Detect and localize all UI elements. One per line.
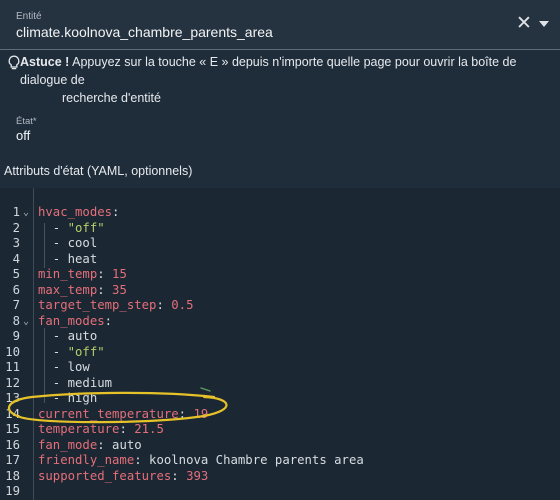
code-line[interactable]: 8 ⌄ fan_modes: xyxy=(0,314,560,329)
code-line[interactable]: 18 supported_features: 393 xyxy=(0,469,560,484)
code-line[interactable]: 13 - high xyxy=(0,391,560,406)
entity-field-underline xyxy=(0,49,560,50)
code-line[interactable]: 1 ⌄ hvac_modes: xyxy=(0,205,560,220)
code-text: supported_features: 393 xyxy=(38,468,209,483)
line-number: 6 xyxy=(12,282,20,297)
code-text: min_temp: 15 xyxy=(38,267,127,281)
code-text: - cool xyxy=(38,236,98,250)
code-line[interactable]: 4 - heat xyxy=(0,252,560,267)
line-number: 5 xyxy=(12,267,20,281)
code-line[interactable]: 2 - "off" xyxy=(0,221,560,236)
code-line[interactable]: 5 min_temp: 15 xyxy=(0,267,560,282)
code-text: temperature: 21.5 xyxy=(38,422,164,436)
line-number: 1 xyxy=(12,205,20,219)
code-text: target_temp_step: 0.5 xyxy=(38,298,194,312)
code-line[interactable]: 14 current_temperature: 19 xyxy=(0,407,560,422)
line-number: 14 xyxy=(5,406,20,421)
code-line[interactable]: 11 - low xyxy=(0,360,560,375)
code-text: - auto xyxy=(38,329,98,343)
line-number: 15 xyxy=(5,422,20,436)
tip-text-line1: Appuyez sur la touche « E » depuis n'imp… xyxy=(20,55,517,87)
code-text: - "off" xyxy=(38,344,105,359)
code-text: - "off" xyxy=(38,220,105,235)
code-line[interactable]: 12 - medium xyxy=(0,376,560,391)
state-field-value[interactable]: off xyxy=(16,128,30,143)
code-line[interactable]: 16 fan_mode: auto xyxy=(0,438,560,453)
state-field-label: État* xyxy=(16,116,37,127)
code-text: - heat xyxy=(38,251,98,266)
code-text: current_temperature: 19 xyxy=(38,406,209,421)
code-text: friendly_name: koolnova Chambre parents … xyxy=(38,453,364,467)
close-icon[interactable]: ✕ xyxy=(514,14,534,34)
attributes-heading: Attributs d'état (YAML, optionnels) xyxy=(4,164,193,178)
code-text: fan_mode: auto xyxy=(38,437,142,452)
tip-title: Astuce ! xyxy=(20,55,70,69)
chevron-down-icon[interactable] xyxy=(536,16,552,32)
line-number: 10 xyxy=(5,344,20,359)
line-number: 13 xyxy=(5,391,20,405)
line-number: 4 xyxy=(12,251,20,266)
line-number: 9 xyxy=(12,329,20,343)
code-text: max_temp: 35 xyxy=(38,282,127,297)
code-line[interactable]: 17 friendly_name: koolnova Chambre parent… xyxy=(0,453,560,468)
code-line[interactable]: 19 xyxy=(0,484,560,499)
code-line[interactable]: 6 max_temp: 35 xyxy=(0,283,560,298)
code-line[interactable]: 7 target_temp_step: 0.5 xyxy=(0,298,560,313)
code-line[interactable]: 10 - "off" xyxy=(0,345,560,360)
line-number: 12 xyxy=(5,375,20,390)
code-line[interactable]: 3 - cool xyxy=(0,236,560,251)
fold-chevron-icon[interactable]: ⌄ xyxy=(23,205,29,220)
lightbulb-icon xyxy=(8,55,20,70)
code-text: - medium xyxy=(38,375,113,390)
code-text: hvac_modes: xyxy=(38,205,120,219)
line-number: 18 xyxy=(5,468,20,483)
code-text: - high xyxy=(38,391,98,405)
yaml-editor[interactable]: 1 ⌄ hvac_modes: 2 - "off" 3 - cool 4 - heat 5 m… xyxy=(0,188,560,500)
line-number: 7 xyxy=(12,298,20,312)
code-line[interactable]: 9 - auto xyxy=(0,329,560,344)
tip-message: Astuce ! Appuyez sur la touche « E » dep… xyxy=(4,53,554,107)
line-number: 16 xyxy=(5,437,20,452)
line-number: 19 xyxy=(5,484,20,498)
state-field[interactable]: État* off xyxy=(0,104,560,148)
code-text: fan_modes: xyxy=(38,313,113,328)
entity-field-value[interactable]: climate.koolnova_chambre_parents_area xyxy=(16,24,273,40)
line-number: 11 xyxy=(5,360,20,374)
line-number: 17 xyxy=(5,453,20,467)
entity-field[interactable]: Entité climate.koolnova_chambre_parents_… xyxy=(0,0,560,50)
code-line[interactable]: 15 temperature: 21.5 xyxy=(0,422,560,437)
line-number: 3 xyxy=(12,236,20,250)
fold-chevron-icon[interactable]: ⌄ xyxy=(23,314,29,329)
line-number: 2 xyxy=(12,220,20,235)
line-number: 8 xyxy=(12,313,20,328)
entity-field-label: Entité xyxy=(16,11,42,22)
code-text: - low xyxy=(38,360,90,374)
